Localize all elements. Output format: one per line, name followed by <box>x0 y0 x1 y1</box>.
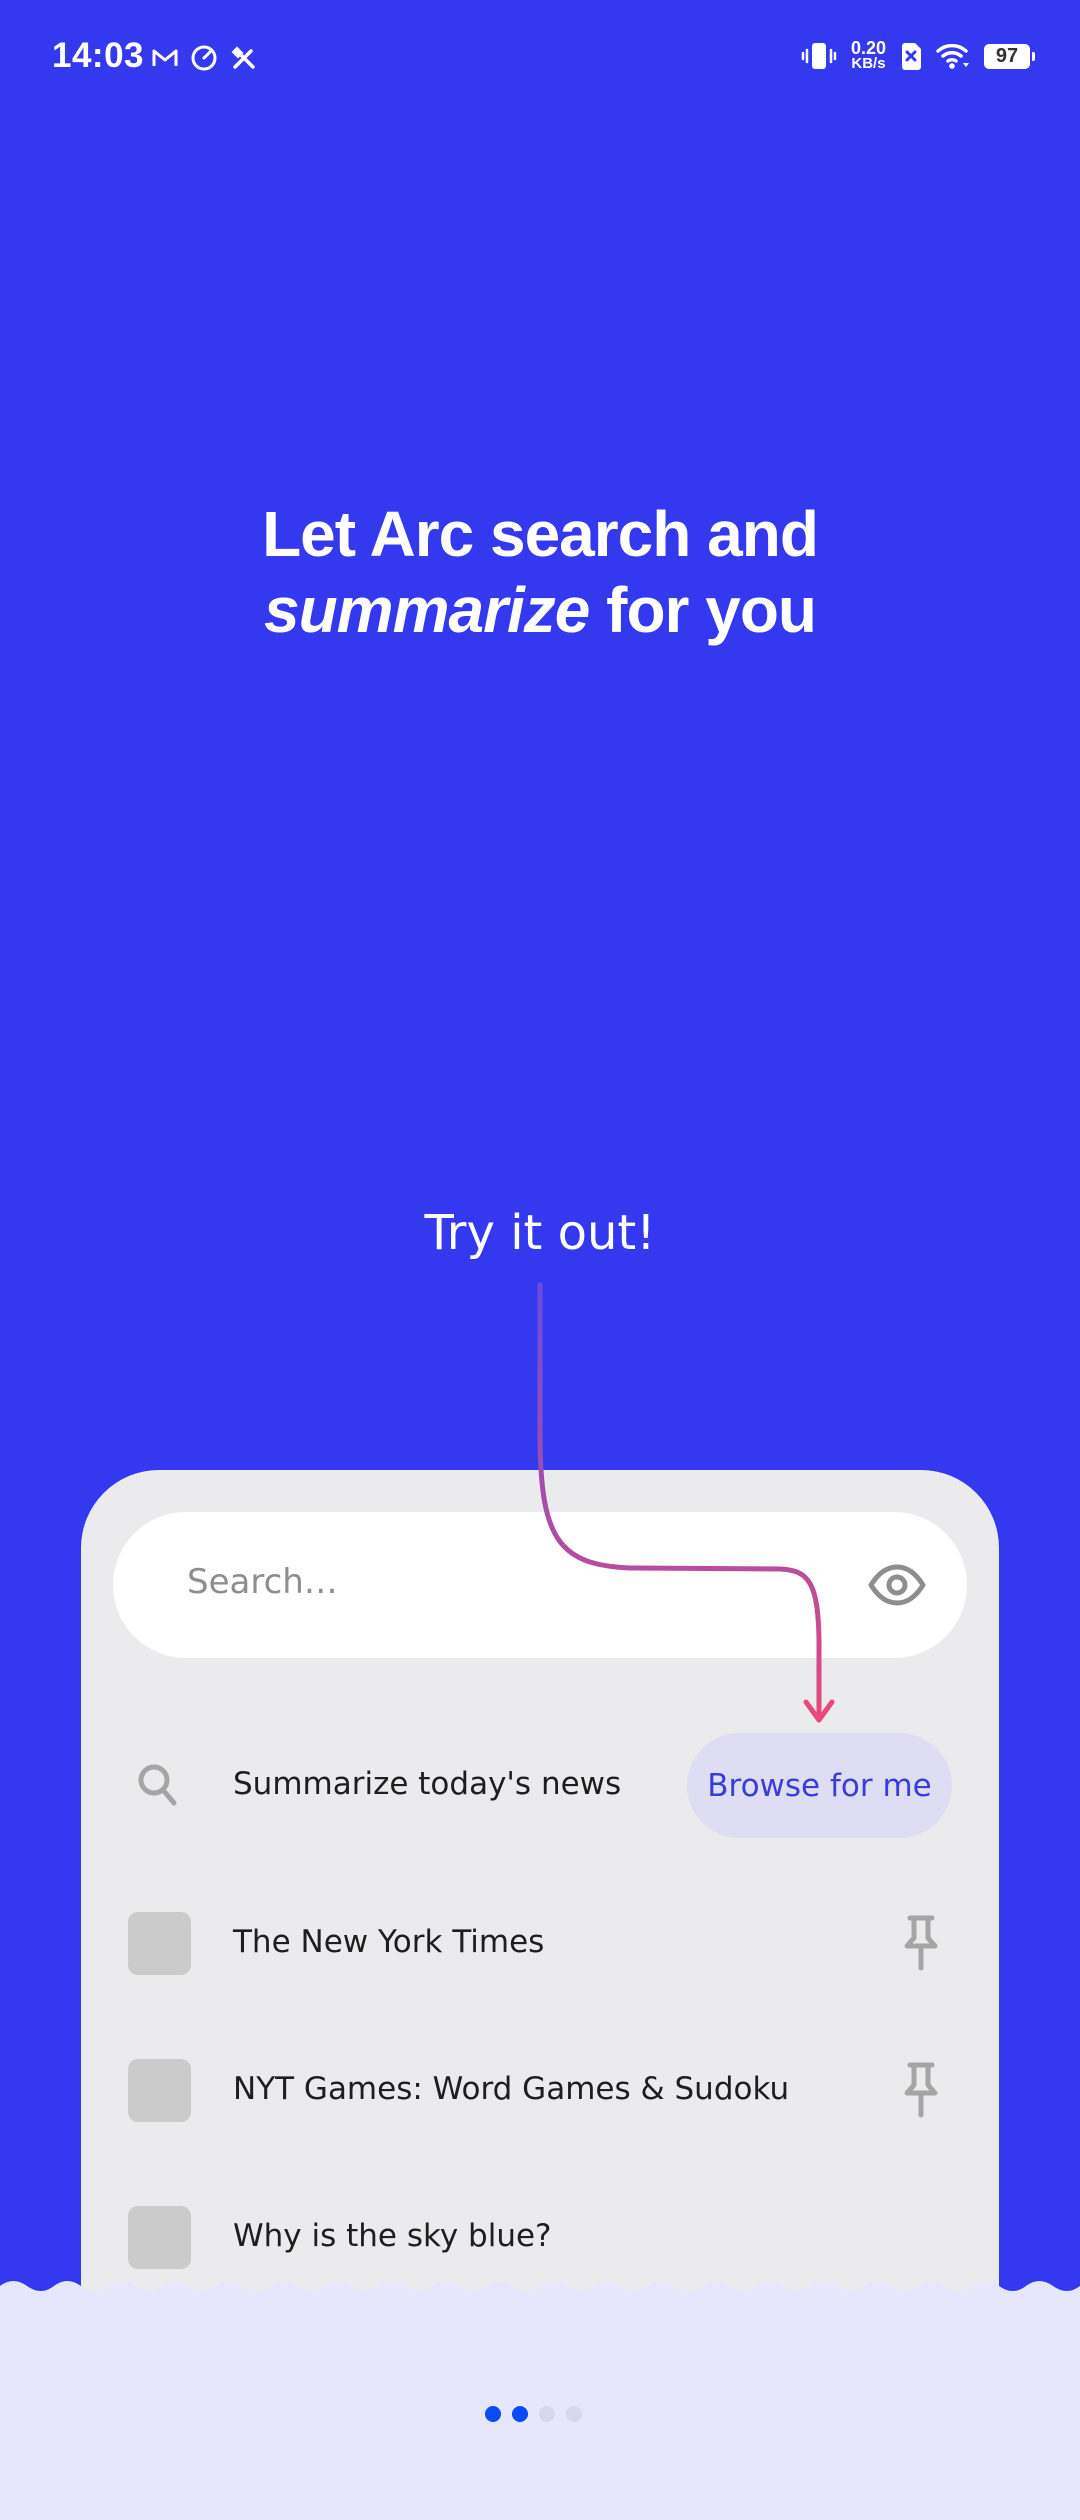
page-dot[interactable] <box>566 2406 582 2422</box>
search-input[interactable]: Search… <box>113 1512 967 1658</box>
battery-indicator: 97 <box>984 43 1035 69</box>
site-favicon-placeholder <box>128 2206 191 2269</box>
gmail-icon <box>152 49 178 66</box>
suggestion-label: Summarize today's news <box>233 1766 622 1802</box>
list-item[interactable]: NYT Games: Word Games & Sudoku <box>81 2035 999 2145</box>
speed-gauge-icon <box>191 45 217 71</box>
onboarding-headline: Let Arc search and summarize for you <box>0 496 1080 648</box>
wifi-icon <box>936 43 969 69</box>
suggestion-row[interactable]: Summarize today's news Browse for me <box>81 1730 999 1840</box>
pin-icon[interactable] <box>901 2061 941 2121</box>
status-time: 14:03 <box>52 36 145 75</box>
tools-icon <box>231 46 255 69</box>
search-icon <box>138 1764 177 1806</box>
search-placeholder: Search… <box>187 1562 338 1602</box>
no-sim-icon <box>902 43 921 70</box>
list-item-label: The New York Times <box>233 1924 545 1960</box>
site-favicon-placeholder <box>128 2059 191 2122</box>
status-left-icons <box>152 44 258 72</box>
status-bar: 14:03 0.20 KB/s 97 <box>0 0 1080 120</box>
network-speed: 0.20 KB/s <box>850 38 886 72</box>
headline-rest: for you <box>589 574 817 646</box>
page-dot[interactable] <box>539 2406 555 2422</box>
status-right-icons: 0.20 KB/s 97 <box>801 38 1035 72</box>
site-favicon-placeholder <box>128 1912 191 1975</box>
headline-emphasis: summarize <box>263 574 590 646</box>
browse-for-me-button[interactable]: Browse for me <box>687 1733 952 1838</box>
demo-search-card: Search… Summarize today's news Browse fo… <box>81 1470 999 2370</box>
try-it-out-label: Try it out! <box>424 1205 656 1261</box>
headline-line-2: summarize for you <box>0 572 1080 648</box>
list-item[interactable]: The New York Times <box>81 1888 999 1998</box>
eye-icon[interactable] <box>867 1560 927 1610</box>
page-indicator <box>485 2406 582 2422</box>
pin-icon[interactable] <box>901 1914 941 1974</box>
list-item-label: Why is the sky blue? <box>233 2218 552 2254</box>
page-dot[interactable] <box>512 2406 528 2422</box>
page-dot[interactable] <box>485 2406 501 2422</box>
vibrate-icon <box>801 43 837 69</box>
headline-line-1: Let Arc search and <box>262 498 819 570</box>
list-item-label: NYT Games: Word Games & Sudoku <box>233 2071 790 2107</box>
